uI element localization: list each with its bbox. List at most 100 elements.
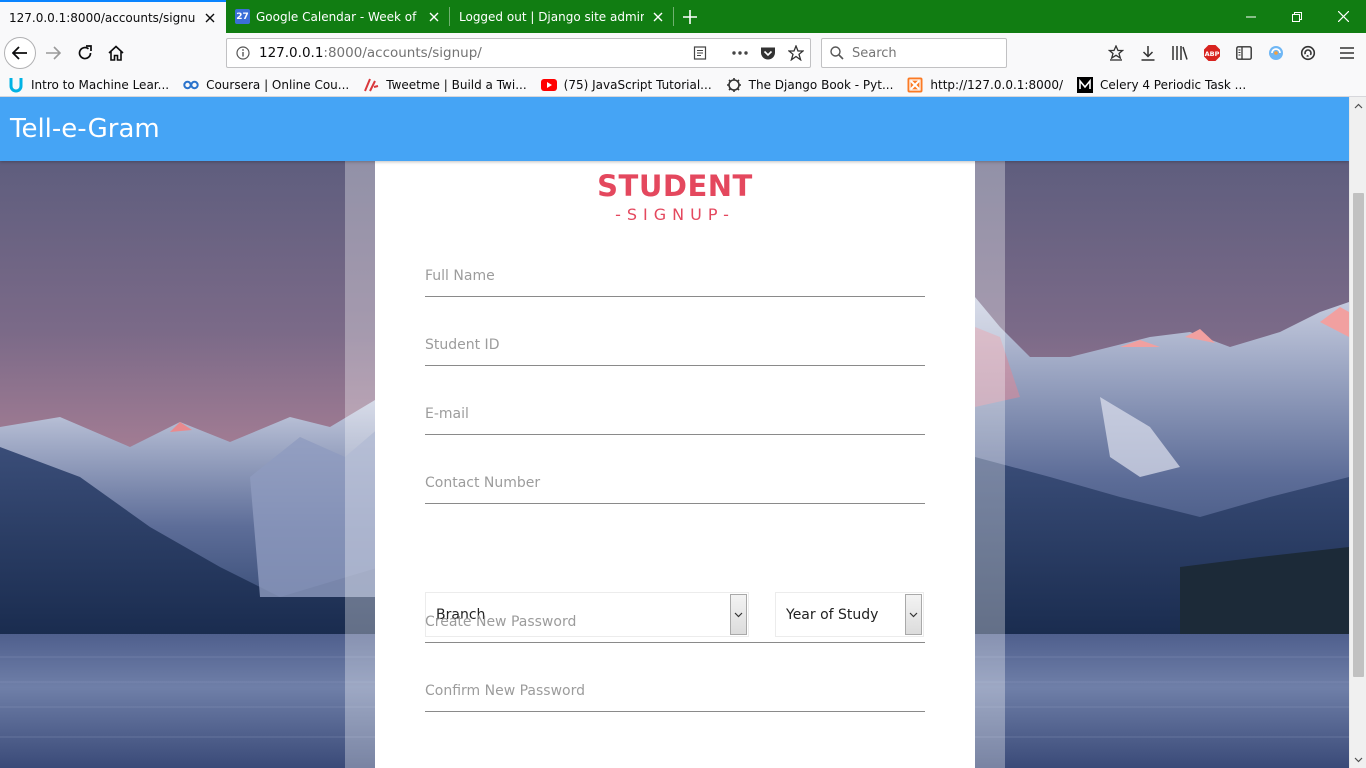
- codingforentrepreneurs-icon: [363, 77, 379, 93]
- extension-button[interactable]: [1261, 38, 1291, 68]
- tab-title: Logged out | Django site admin: [459, 9, 644, 24]
- contact-number-input[interactable]: [425, 464, 925, 502]
- bookmark-item[interactable]: Coursera | Online Cou...: [183, 77, 349, 93]
- url-host: 127.0.0.1: [259, 45, 324, 61]
- bookmark-item[interactable]: Tweetme | Build a Twi...: [363, 77, 527, 93]
- adblock-plus-icon: ABP: [1204, 45, 1220, 61]
- extension-swirl-icon: [1269, 46, 1283, 60]
- new-tab-button[interactable]: [674, 0, 706, 33]
- url-text[interactable]: 127.0.0.1:8000/accounts/signup/: [259, 45, 686, 61]
- student-id-field: [425, 326, 925, 366]
- signup-card: STUDENT -SIGNUP- Branch Year of Study: [375, 161, 975, 768]
- restore-button[interactable]: [1274, 0, 1320, 33]
- bookmark-item[interactable]: (75) JavaScript Tutorial...: [540, 77, 712, 93]
- brand-title[interactable]: Tell-e-Gram: [10, 114, 160, 144]
- bookmark-label: The Django Book - Pyt...: [748, 77, 894, 92]
- udacity-icon: [8, 77, 24, 93]
- scroll-up-arrow-icon[interactable]: [1350, 97, 1366, 114]
- reload-button[interactable]: [70, 38, 100, 68]
- forward-button[interactable]: [38, 38, 68, 68]
- url-path: :8000/accounts/signup/: [323, 45, 482, 61]
- plus-icon: [683, 9, 697, 24]
- pocket-icon[interactable]: [754, 39, 782, 67]
- sidebar-icon: [1236, 46, 1252, 60]
- sync-icon: [1300, 45, 1316, 61]
- minimize-icon: [1246, 16, 1256, 17]
- bookmark-label: http://127.0.0.1:8000/: [930, 77, 1064, 92]
- forward-arrow-icon: [46, 46, 61, 60]
- bookmark-label: (75) JavaScript Tutorial...: [563, 77, 712, 92]
- bookmark-star-icon[interactable]: [782, 39, 810, 67]
- download-icon: [1141, 46, 1155, 61]
- confirm-password-input[interactable]: [425, 672, 925, 710]
- scrollbar-thumb[interactable]: [1353, 193, 1364, 677]
- search-bar[interactable]: [821, 38, 1007, 68]
- bookmark-label: Celery 4 Periodic Task ...: [1100, 77, 1247, 92]
- downloads-button[interactable]: [1133, 38, 1163, 68]
- bookmark-item[interactable]: The Django Book - Pyt...: [726, 77, 894, 93]
- bookmark-label: Coursera | Online Cou...: [206, 77, 350, 92]
- coursera-icon: [183, 77, 199, 93]
- student-id-input[interactable]: [425, 326, 925, 364]
- tab-signup[interactable]: 127.0.0.1:8000/accounts/signup/: [0, 0, 226, 33]
- close-tab-icon[interactable]: [426, 9, 442, 25]
- home-icon: [108, 45, 124, 61]
- library-button[interactable]: [1165, 38, 1195, 68]
- bookmark-label: Intro to Machine Lear...: [31, 77, 170, 92]
- bookmark-item[interactable]: http://127.0.0.1:8000/: [907, 77, 1063, 93]
- tab-separator: [673, 7, 674, 26]
- email-field: [425, 395, 925, 435]
- close-icon: [1337, 11, 1349, 22]
- vertical-scrollbar[interactable]: [1349, 97, 1366, 768]
- address-bar[interactable]: 127.0.0.1:8000/accounts/signup/: [226, 38, 811, 68]
- back-button[interactable]: [4, 37, 36, 69]
- django-book-icon: [726, 77, 742, 93]
- bookmark-item[interactable]: Celery 4 Periodic Task ...: [1077, 76, 1247, 93]
- medium-icon: [1077, 76, 1094, 93]
- reader-view-icon[interactable]: [686, 39, 714, 67]
- sync-extension-button[interactable]: [1293, 38, 1323, 68]
- menu-button[interactable]: [1332, 38, 1362, 68]
- adblock-plus-button[interactable]: ABP: [1197, 38, 1227, 68]
- tab-google-calendar[interactable]: 27 Google Calendar - Week of Oct: [226, 0, 450, 33]
- full-name-input[interactable]: [425, 257, 925, 295]
- bookmark-item[interactable]: Intro to Machine Lear...: [8, 77, 169, 93]
- sidebar-button[interactable]: [1229, 38, 1259, 68]
- hamburger-menu-icon: [1340, 47, 1354, 59]
- email-input[interactable]: [425, 395, 925, 433]
- scroll-down-arrow-icon[interactable]: [1350, 751, 1366, 768]
- contact-number-field: [425, 464, 925, 504]
- student-signup-logo: STUDENT -SIGNUP-: [375, 169, 975, 225]
- close-tab-icon[interactable]: [650, 9, 666, 25]
- tab-django-admin[interactable]: Logged out | Django site admin: [450, 0, 674, 33]
- bookmark-star-list-icon: [1108, 45, 1124, 61]
- logo-line2: -SIGNUP-: [615, 205, 735, 224]
- navigation-toolbar: 127.0.0.1:8000/accounts/signup/ ABP: [0, 33, 1366, 73]
- back-arrow-icon: [12, 46, 27, 60]
- bookmarks-menu-button[interactable]: [1101, 38, 1131, 68]
- calendar-icon: 27: [235, 9, 250, 24]
- new-password-field: [425, 603, 925, 643]
- library-icon: [1172, 46, 1188, 60]
- page-actions-icon[interactable]: [726, 39, 754, 67]
- xampp-icon: [907, 77, 923, 93]
- search-input[interactable]: [852, 45, 992, 61]
- bookmarks-toolbar: Intro to Machine Lear... Coursera | Onli…: [0, 73, 1366, 97]
- restore-icon: [1292, 11, 1302, 22]
- close-tab-icon[interactable]: [202, 10, 218, 26]
- tab-title: Google Calendar - Week of Oct: [256, 9, 420, 24]
- youtube-icon: [540, 77, 557, 93]
- logo-line1: STUDENT: [597, 169, 753, 203]
- page-viewport: Tell-e-Gram STUDENT -SIGNUP- Branch Year…: [0, 97, 1349, 768]
- search-icon: [830, 46, 844, 60]
- home-button[interactable]: [101, 38, 131, 68]
- minimize-button[interactable]: [1228, 0, 1274, 33]
- new-password-input[interactable]: [425, 603, 925, 641]
- info-icon[interactable]: [227, 46, 259, 60]
- app-header: Tell-e-Gram: [0, 97, 1349, 161]
- full-name-field: [425, 257, 925, 297]
- bookmark-label: Tweetme | Build a Twi...: [386, 77, 527, 92]
- svg-text:ABP: ABP: [1205, 50, 1220, 58]
- close-window-button[interactable]: [1320, 0, 1366, 33]
- reload-icon: [78, 45, 92, 60]
